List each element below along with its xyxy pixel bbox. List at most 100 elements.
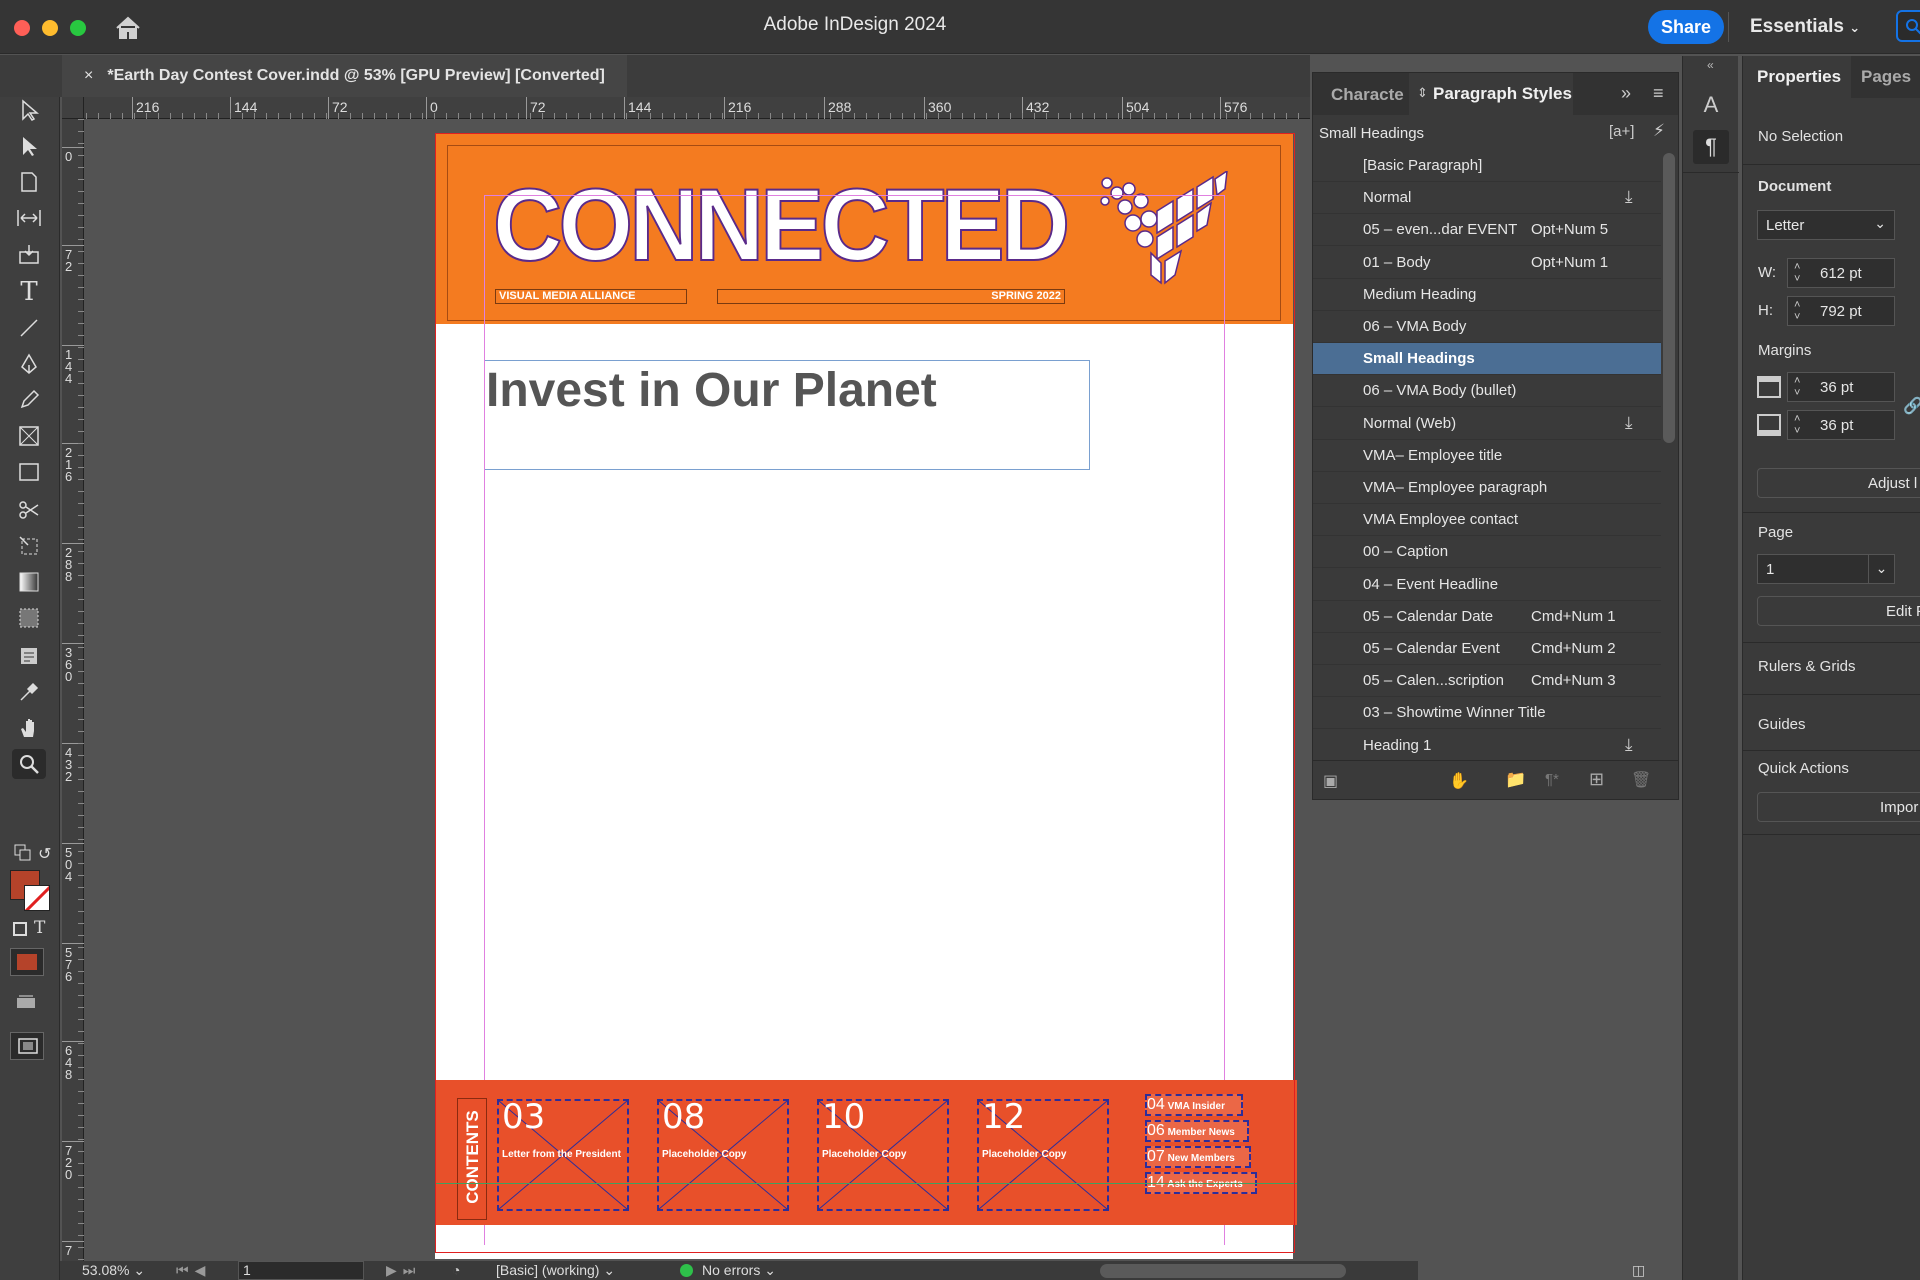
selection-tool-icon[interactable] — [12, 95, 46, 125]
paragraph-style-item[interactable]: 06 – VMA Body — [1313, 311, 1661, 343]
tab-character-styles[interactable]: Characte — [1331, 85, 1404, 105]
toc-box[interactable]: 12 Placeholder Copy — [977, 1097, 1109, 1211]
vertical-ruler[interactable]: 0 72 144 216 288 360 432 504 576 648 720 7 — [62, 119, 84, 1261]
masthead-title[interactable]: CONNECTED — [492, 172, 1071, 278]
paragraph-style-item[interactable]: 05 – Calen...scription Cmd+Num 3 — [1313, 665, 1661, 698]
line-tool-icon[interactable] — [12, 313, 46, 343]
stepper-icon[interactable]: ˄ ˅ — [1794, 261, 1800, 285]
content-collector-icon[interactable] — [12, 239, 46, 269]
tab-paragraph-styles[interactable]: ⇕ Paragraph Styles — [1409, 73, 1573, 115]
horizontal-ruler[interactable]: 216 144 72 0 72 144 216 288 360 432 504 576 — [62, 97, 1310, 119]
create-style-from-selection-icon[interactable]: [a+] — [1609, 123, 1634, 140]
toc-box[interactable]: 03 Letter from the President — [497, 1097, 629, 1211]
tab-pages[interactable]: Pages — [1861, 67, 1911, 87]
workspace-switcher[interactable]: Essentials ⌄ — [1750, 16, 1860, 38]
height-field[interactable]: ˄ ˅ 792 pt — [1787, 296, 1895, 326]
paragraph-style-item[interactable]: [Basic Paragraph] — [1313, 150, 1661, 182]
paragraph-style-item[interactable]: Medium Heading — [1313, 279, 1661, 311]
preflight-errors[interactable]: No errors ⌄ — [702, 1262, 776, 1279]
paragraph-style-item[interactable]: Normal ⤓ — [1313, 182, 1661, 215]
margin-bottom-field[interactable]: ˄ ˅ 36 pt — [1787, 410, 1895, 440]
free-transform-tool-icon[interactable] — [12, 531, 46, 561]
formatting-container-icon[interactable] — [12, 921, 28, 942]
stroke-color-swatch[interactable] — [24, 885, 50, 911]
style-group-icon[interactable]: ▣ — [1323, 771, 1338, 791]
paragraph-style-item[interactable]: 05 – Calendar Date Cmd+Num 1 — [1313, 601, 1661, 633]
collapse-column-icon[interactable]: « — [1707, 58, 1714, 72]
character-styles-icon[interactable]: A — [1695, 92, 1727, 124]
paragraph-styles-icon[interactable]: ¶ — [1693, 130, 1729, 164]
gradient-feather-tool-icon[interactable] — [12, 603, 46, 633]
link-margins-icon[interactable]: 🔗 — [1903, 396, 1920, 416]
page-select[interactable]: 1 ⌄ — [1757, 554, 1895, 584]
edit-page-button[interactable]: Edit P — [1757, 596, 1920, 626]
formatting-text-icon[interactable]: T — [34, 918, 45, 938]
page[interactable]: CONNECTED VISUAL MEDIA ALLIANCE SPRING 2… — [435, 133, 1297, 1259]
paragraph-style-item[interactable]: 04 – Event Headline — [1313, 569, 1661, 601]
paragraph-style-item[interactable]: 06 – VMA Body (bullet) — [1313, 375, 1661, 408]
swap-colors-icon[interactable]: ↺ — [38, 844, 51, 864]
import-button[interactable]: Impor — [1757, 792, 1920, 822]
paragraph-style-item[interactable]: VMA– Employee title — [1313, 440, 1661, 472]
stepper-icon[interactable]: ˄ ˅ — [1794, 375, 1800, 399]
adjust-layout-button[interactable]: Adjust l — [1757, 468, 1920, 498]
horizontal-scrollbar[interactable] — [1100, 1264, 1346, 1278]
ruler-origin[interactable] — [62, 97, 84, 119]
note-tool-icon[interactable] — [12, 641, 46, 671]
width-field[interactable]: ˄ ˅ 612 pt — [1787, 258, 1895, 288]
paragraph-styles-list[interactable]: [Basic Paragraph] Normal ⤓ 05 – even...dar … — [1313, 150, 1661, 760]
pencil-tool-icon[interactable] — [12, 385, 46, 415]
paragraph-style-item[interactable]: 00 – Caption — [1313, 536, 1661, 569]
eyedropper-tool-icon[interactable] — [12, 677, 46, 707]
paragraph-style-item[interactable]: 05 – Calendar Event Cmd+Num 2 — [1313, 633, 1661, 665]
search-button[interactable] — [1896, 10, 1920, 42]
paragraph-style-item[interactable]: Normal (Web) ⤓ — [1313, 408, 1661, 440]
split-view-icon[interactable]: ◫ — [1632, 1262, 1645, 1279]
trash-icon[interactable]: 🗑 — [1631, 770, 1651, 790]
issue-label[interactable]: SPRING 2022 — [717, 289, 1065, 304]
preview-mode-icon[interactable] — [14, 992, 38, 1017]
margin-top-field[interactable]: ˄ ˅ 36 pt — [1787, 372, 1895, 402]
paragraph-style-item[interactable]: VMA– Employee paragraph — [1313, 472, 1661, 504]
gap-tool-icon[interactable] — [12, 203, 46, 233]
new-group-icon[interactable]: 📁 — [1505, 770, 1526, 790]
paragraph-style-item[interactable]: Small Headings — [1313, 343, 1661, 376]
load-styles-icon[interactable]: ✋ — [1449, 771, 1469, 791]
hand-tool-icon[interactable] — [12, 713, 46, 743]
preflight-profile[interactable]: [Basic] (working) ⌄ — [496, 1262, 615, 1279]
guides-section[interactable]: Guides — [1758, 716, 1806, 733]
stepper-icon[interactable]: ˄ ˅ — [1794, 299, 1800, 323]
clear-overrides-icon[interactable]: ¶* — [1545, 771, 1559, 788]
paragraph-style-item[interactable]: 01 – Body Opt+Num 1 — [1313, 247, 1661, 279]
zoom-level[interactable]: 53.08% ⌄ — [82, 1262, 145, 1279]
toc-list-item[interactable]: 07 New Members — [1145, 1146, 1251, 1168]
page-number-field[interactable]: 1 — [238, 1261, 364, 1280]
tab-properties[interactable]: Properties — [1743, 56, 1851, 98]
default-colors-icon[interactable] — [14, 844, 32, 867]
page-nav-prev-icon[interactable]: ⏮◀ — [176, 1262, 211, 1279]
rectangle-frame-tool-icon[interactable] — [12, 421, 46, 451]
paragraph-style-item[interactable]: Heading 1 ⤓ — [1313, 730, 1661, 760]
toc-box[interactable]: 10 Placeholder Copy — [817, 1097, 949, 1211]
type-tool-icon[interactable]: T — [12, 277, 46, 307]
toc-list-item[interactable]: 06 Member News — [1145, 1120, 1249, 1142]
rectangle-tool-icon[interactable] — [12, 457, 46, 487]
apply-color-button[interactable] — [10, 948, 44, 976]
toc-box[interactable]: 08 Placeholder Copy — [657, 1097, 789, 1211]
preflight-icon[interactable]: ◔ — [452, 1262, 460, 1278]
paragraph-style-item[interactable]: VMA Employee contact — [1313, 504, 1661, 537]
styles-scrollbar[interactable] — [1663, 153, 1675, 443]
close-tab-icon[interactable]: × — [84, 67, 93, 84]
zoom-tool-icon[interactable] — [12, 749, 46, 779]
paragraph-style-item[interactable]: 05 – even...dar EVENT Opt+Num 5 — [1313, 214, 1661, 247]
gradient-tool-icon[interactable] — [12, 567, 46, 597]
page-nav-next-icon[interactable]: ▶⏭ — [386, 1262, 421, 1279]
document-tab[interactable]: × *Earth Day Contest Cover.indd @ 53% [GP… — [62, 55, 627, 97]
screen-mode-button[interactable] — [10, 1032, 44, 1060]
quick-apply-icon[interactable]: ⚡ — [1653, 121, 1665, 141]
pen-tool-icon[interactable] — [12, 349, 46, 379]
stepper-icon[interactable]: ˄ ˅ — [1794, 413, 1800, 437]
paragraph-style-item[interactable]: 03 – Showtime Winner Title — [1313, 697, 1661, 730]
document-canvas[interactable]: CONNECTED VISUAL MEDIA ALLIANCE SPRING 2… — [85, 119, 1310, 1261]
toc-list-item[interactable]: 04 VMA Insider — [1145, 1094, 1243, 1116]
